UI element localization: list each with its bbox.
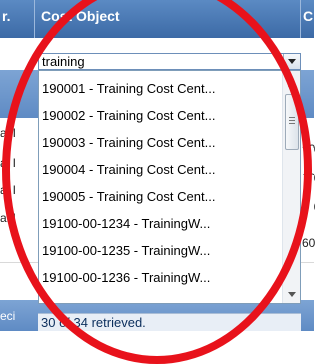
cost-object-input[interactable]: training [42, 54, 85, 70]
dropdown-option[interactable]: 190002 - Training Cost Cent... [42, 103, 215, 129]
dropdown-option[interactable]: 190004 - Training Cost Cent... [42, 157, 215, 183]
grip-line [289, 120, 295, 121]
scrollbar-thumb[interactable] [285, 94, 299, 150]
table-cell-partial: al I [0, 183, 17, 197]
table-cell-partial: 60 [302, 236, 316, 250]
column-header-partial-left[interactable]: r. [2, 8, 11, 24]
column-divider [34, 0, 35, 38]
grip-line [289, 123, 295, 124]
scroll-down-arrow-icon [288, 292, 296, 297]
scroll-down-button[interactable] [283, 286, 300, 303]
dropdown-option[interactable]: 19100-00-1235 - TrainingW... [42, 238, 210, 264]
cost-object-combo[interactable]: training [38, 53, 301, 70]
dropdown-option[interactable]: 190005 - Training Cost Cent... [42, 184, 215, 210]
dropdown-option[interactable]: 19100-00-1236 - TrainingW... [42, 265, 210, 291]
dropdown-scrollbar[interactable] [282, 71, 300, 303]
cost-object-dropdown: 190001 - Training Cost Cent... 190002 - … [38, 70, 301, 304]
grip-line [289, 117, 295, 118]
column-divider [300, 0, 301, 38]
chevron-down-icon [288, 59, 296, 64]
dropdown-toggle-button[interactable] [283, 54, 300, 69]
dropdown-option[interactable]: 190003 - Training Cost Cent... [42, 130, 215, 156]
scroll-up-button[interactable] [283, 76, 300, 93]
retrieved-status: 30 of 34 retrieved. [38, 313, 301, 331]
dropdown-option[interactable]: 19100-00-1234 - TrainingW... [42, 211, 210, 237]
grid-header: r. Cost Object C [0, 0, 314, 38]
table-cell-partial: al I [0, 156, 17, 170]
scroll-up-arrow-icon [288, 82, 296, 87]
column-header-partial-right[interactable]: C [303, 8, 313, 24]
dropdown-option[interactable]: 190001 - Training Cost Cent... [42, 76, 215, 102]
table-cell-partial: al I [0, 126, 17, 140]
group-row-label-partial: eci [0, 309, 16, 323]
table-cell-partial: al I [0, 211, 17, 225]
column-header-cost-object[interactable]: Cost Object [41, 8, 120, 24]
